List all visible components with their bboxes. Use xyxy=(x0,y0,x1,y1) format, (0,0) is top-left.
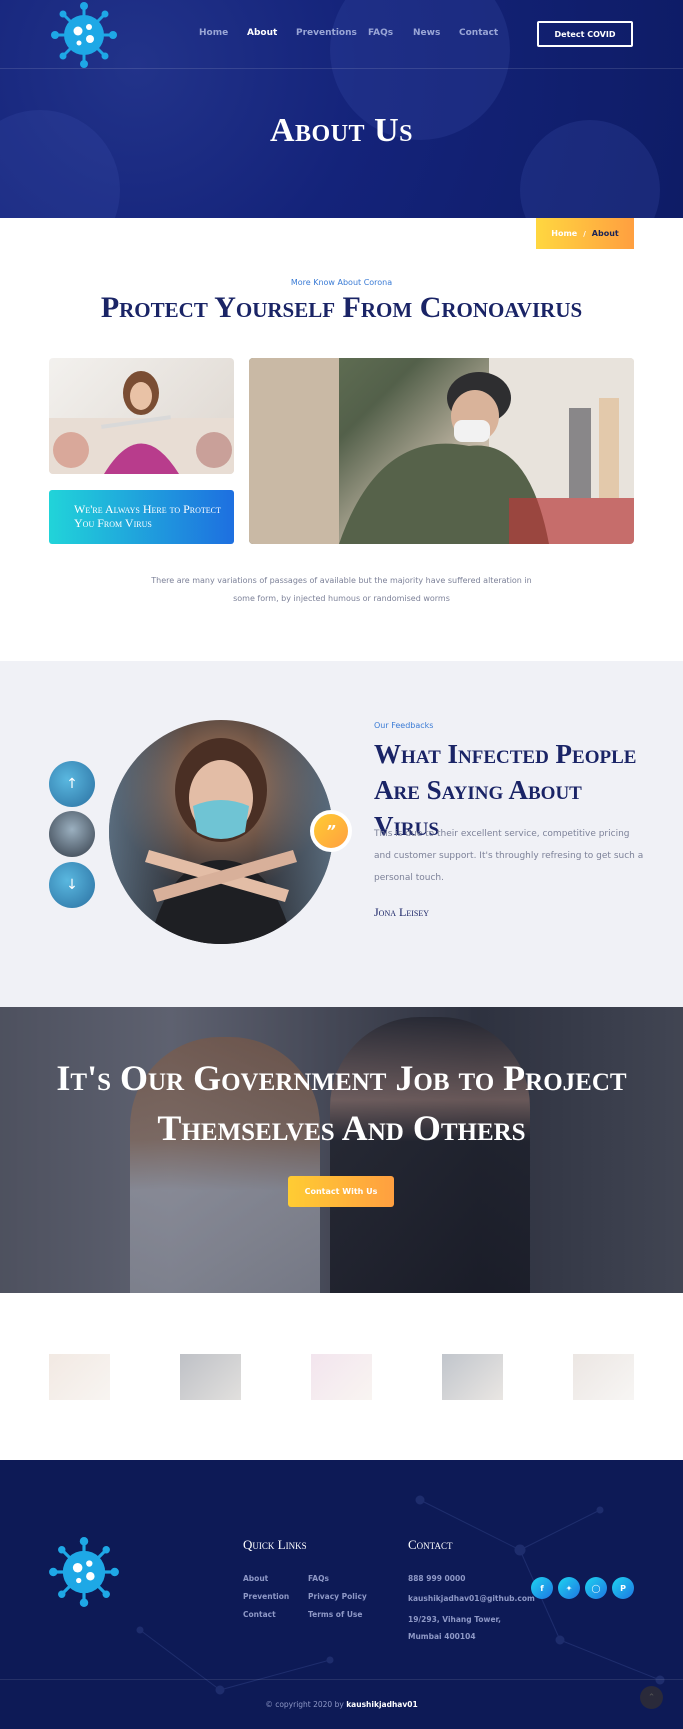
footer-divider xyxy=(0,1679,683,1680)
arrow-down-icon: ↓ xyxy=(66,877,78,893)
footer-link-faqs[interactable]: FAQs xyxy=(308,1574,329,1583)
breadcrumb-home-link[interactable]: Home xyxy=(551,229,577,238)
contact-with-us-button[interactable]: Contact With Us xyxy=(288,1176,394,1207)
arrow-up-icon: ↑ xyxy=(66,776,78,792)
nav-preventions[interactable]: Preventions xyxy=(296,28,357,38)
breadcrumb-separator: / xyxy=(583,229,586,238)
copyright-prefix: © copyright 2020 by xyxy=(265,1700,344,1709)
nav-home[interactable]: Home xyxy=(199,28,228,38)
contact-phone[interactable]: 888 999 0000 xyxy=(408,1574,465,1583)
testimonial-prev-thumb[interactable]: ↑ xyxy=(49,761,95,807)
footer-link-privacy-policy[interactable]: Privacy Policy xyxy=(308,1592,367,1601)
testimonial-author: Jona Leisey xyxy=(374,905,429,919)
virus-logo-icon[interactable] xyxy=(50,2,118,68)
gallery-image[interactable] xyxy=(180,1354,241,1400)
masked-woman-photo xyxy=(109,720,333,944)
detect-covid-button[interactable]: Detect COVID xyxy=(537,21,633,47)
nav-news[interactable]: News xyxy=(413,28,440,38)
contact-heading: Contact xyxy=(408,1537,453,1552)
footer-link-terms[interactable]: Terms of Use xyxy=(308,1610,362,1619)
nav-about[interactable]: About xyxy=(247,28,277,38)
testimonial-text: This is due to their excellent service, … xyxy=(374,829,644,883)
scroll-to-top-button[interactable]: ⌃ xyxy=(640,1686,663,1709)
nav-contact[interactable]: Contact xyxy=(459,28,498,38)
copyright-author-link[interactable]: kaushikjadhav01 xyxy=(346,1700,417,1709)
protect-banner-card: We're Always Here to Protect You From Vi… xyxy=(49,490,234,544)
gallery-image[interactable] xyxy=(442,1354,503,1400)
header-divider xyxy=(0,68,683,69)
pinterest-icon[interactable]: P xyxy=(612,1577,634,1599)
breadcrumb-current: About xyxy=(591,229,619,238)
quick-links-heading: Quick Links xyxy=(243,1537,307,1552)
coughing-man-photo xyxy=(249,358,634,544)
nav-faqs[interactable]: FAQs xyxy=(368,28,393,38)
testimonial-next-thumb[interactable]: ↓ xyxy=(49,862,95,908)
facebook-icon[interactable]: f xyxy=(531,1577,553,1599)
breadcrumb: Home / About xyxy=(536,218,634,249)
footer-link-about[interactable]: About xyxy=(243,1574,268,1583)
about-eyebrow: More Know About Corona xyxy=(290,278,393,287)
copyright: © copyright 2020 by kaushikjadhav01 xyxy=(0,1700,683,1709)
testimonial-eyebrow: Our Feedbacks xyxy=(374,721,434,730)
twitter-icon[interactable]: ✦ xyxy=(558,1577,580,1599)
about-description: There are many variations of passages of… xyxy=(151,576,532,603)
footer-link-prevention[interactable]: Prevention xyxy=(243,1592,289,1601)
contact-address-line1: 19/293, Vihang Tower, xyxy=(408,1615,501,1624)
gallery-image[interactable] xyxy=(49,1354,110,1400)
testimonial-avatar-thumb[interactable] xyxy=(49,811,95,857)
footer-link-contact[interactable]: Contact xyxy=(243,1610,276,1619)
chevron-up-icon: ⌃ xyxy=(647,1692,656,1703)
quote-icon: ” xyxy=(310,810,352,852)
contact-email[interactable]: kaushikjadhav01@github.com xyxy=(408,1594,535,1603)
instagram-icon[interactable]: ◯ xyxy=(585,1577,607,1599)
gallery-image[interactable] xyxy=(311,1354,372,1400)
gallery-image[interactable] xyxy=(573,1354,634,1400)
page-title: About Us xyxy=(270,112,413,149)
footer-virus-logo-icon[interactable] xyxy=(48,1537,120,1607)
contact-address-line2: Mumbai 400104 xyxy=(408,1632,476,1641)
sick-woman-thermometer-photo xyxy=(49,358,234,474)
cta-title: It's Our Government Job to Project Thems… xyxy=(56,1058,627,1148)
about-title: Protect Yourself From Cronoavirus xyxy=(100,291,583,324)
